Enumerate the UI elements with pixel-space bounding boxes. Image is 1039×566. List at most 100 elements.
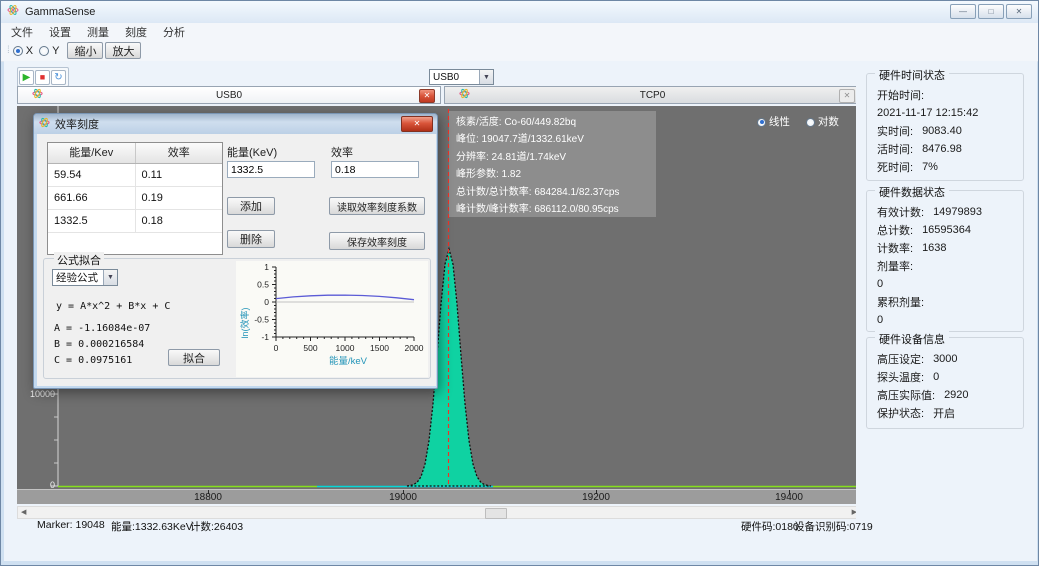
- efficiency-field-label: 效率: [331, 144, 353, 160]
- zoom-in-button[interactable]: 放大: [105, 42, 141, 59]
- menu-file[interactable]: 文件: [11, 24, 33, 40]
- maximize-button[interactable]: □: [978, 4, 1004, 19]
- coef-a: A = -1.16084e-07: [54, 323, 150, 334]
- time-status-group: 硬件时间状态 开始时间: 2021-11-17 12:15:42 实时间:908…: [866, 73, 1024, 181]
- y-axis-label-10000: 10000: [17, 389, 55, 399]
- device-combobox[interactable]: USB0 ▼: [429, 69, 494, 85]
- menu-calibration[interactable]: 刻度: [125, 24, 147, 40]
- delete-button[interactable]: 删除: [227, 230, 275, 248]
- info-resolution: 分辨率: 24.81道/1.74keV: [456, 149, 656, 166]
- data-status-title: 硬件数据状态: [875, 184, 949, 200]
- fit-formula: y = A*x^2 + B*x + C: [56, 301, 170, 312]
- dialog-body: 能量/Kev 效率 59.54 0.11 661.66 0.19 1332.5 …: [37, 134, 436, 386]
- svg-text:-0.5: -0.5: [254, 315, 269, 325]
- log-radio[interactable]: [806, 118, 815, 127]
- axis-x-radio[interactable]: [13, 46, 23, 56]
- tab-tcp0-icon: [459, 86, 470, 104]
- fit-group-title: 公式拟合: [54, 252, 104, 268]
- cell-energy: 59.54: [48, 164, 136, 186]
- menu-settings[interactable]: 设置: [49, 24, 71, 40]
- formula-combobox-value: 经验公式: [53, 270, 103, 285]
- fit-chart-ylabel: ln(效率): [239, 307, 250, 338]
- formula-fit-group: 公式拟合 经验公式 ▼ y = A*x^2 + B*x + C A = -1.1…: [43, 258, 431, 379]
- coef-c: C = 0.0975161: [54, 355, 132, 366]
- calibration-table[interactable]: 能量/Kev 效率 59.54 0.11 661.66 0.19 1332.5 …: [47, 142, 223, 255]
- coef-b: B = 0.000216584: [54, 339, 144, 350]
- menubar: 文件 设置 测量 刻度 分析: [1, 23, 1039, 41]
- menu-analysis[interactable]: 分析: [163, 24, 185, 40]
- table-row[interactable]: 661.66 0.19: [48, 187, 222, 210]
- linear-label: 线性: [769, 116, 790, 128]
- row-label: 2021-11-17 12:15:42: [877, 107, 978, 119]
- svg-text:0.5: 0.5: [257, 280, 269, 290]
- device-info-group: 硬件设备信息 高压设定:3000 探头温度:0 高压实际值:2920 保护状态:…: [866, 337, 1024, 429]
- cell-energy: 661.66: [48, 187, 136, 209]
- time-status-title: 硬件时间状态: [875, 67, 949, 83]
- stop-button[interactable]: ■: [35, 70, 50, 85]
- window-title: GammaSense: [25, 6, 95, 18]
- toolbar-grip: ⁞: [7, 45, 9, 56]
- svg-text:1: 1: [264, 262, 269, 272]
- table-row[interactable]: 1332.5 0.18: [48, 210, 222, 233]
- row-label: 高压实际值:: [877, 387, 935, 403]
- row-value: 8476.98: [922, 143, 962, 155]
- cell-energy: 1332.5: [48, 210, 136, 232]
- row-value: 3000: [933, 353, 957, 365]
- statusbar: Marker: 19048 能量:1332.63KeV 计数:26403 硬件码…: [4, 516, 1037, 534]
- read-coefficients-button[interactable]: 读取效率刻度系数: [329, 197, 425, 215]
- linear-radio[interactable]: [757, 118, 766, 127]
- tab-tcp0-close-icon[interactable]: ✕: [839, 89, 855, 103]
- row-label: 计数率:: [877, 240, 913, 256]
- app-icon: [7, 3, 19, 21]
- cell-efficiency: 0.11: [136, 164, 223, 186]
- formula-combobox[interactable]: 经验公式 ▼: [52, 269, 118, 286]
- minimize-button[interactable]: —: [950, 4, 976, 19]
- efficiency-input[interactable]: [331, 161, 419, 178]
- cell-efficiency: 0.18: [136, 210, 223, 232]
- table-header: 能量/Kev 效率: [48, 143, 222, 164]
- play-icon: ▶: [23, 72, 31, 83]
- chevron-down-icon: ▼: [479, 70, 493, 84]
- row-label: 剂量率:: [877, 258, 913, 274]
- start-button[interactable]: ▶: [19, 70, 34, 85]
- info-peak-position: 峰位: 19047.7道/1332.61keV: [456, 131, 656, 148]
- row-label: 累积剂量:: [877, 294, 924, 310]
- dialog-titlebar[interactable]: 效率刻度 ✕: [34, 114, 437, 134]
- save-calibration-button[interactable]: 保存效率刻度: [329, 232, 425, 250]
- dialog-close-icon[interactable]: ✕: [401, 116, 433, 132]
- titlebar: GammaSense — □ ✕: [1, 1, 1038, 23]
- zoom-toolbar: ⁞ X Y 缩小 放大: [1, 40, 1038, 62]
- x-axis-label: 19000: [389, 492, 417, 503]
- refresh-button[interactable]: ↻: [51, 70, 66, 85]
- row-label: 有效计数:: [877, 204, 924, 220]
- row-label: 活时间:: [877, 141, 913, 157]
- tab-usb0[interactable]: USB0 ✕: [17, 86, 441, 104]
- row-value: 14979893: [933, 206, 982, 218]
- axis-y-radio[interactable]: [39, 46, 49, 56]
- tab-tcp0[interactable]: TCP0 ✕: [444, 86, 861, 104]
- log-label: 对数: [818, 116, 839, 128]
- svg-text:1000: 1000: [336, 343, 355, 353]
- row-label: 保护状态:: [877, 405, 924, 421]
- energy-input[interactable]: [227, 161, 315, 178]
- x-axis-label: 18800: [194, 492, 222, 503]
- dialog-title: 效率刻度: [55, 116, 99, 132]
- x-axis-band: 18800 19000 19200 19400: [17, 489, 861, 504]
- svg-text:2000: 2000: [405, 343, 424, 353]
- fit-button[interactable]: 拟合: [168, 349, 220, 366]
- add-button[interactable]: 添加: [227, 197, 275, 215]
- info-peak-shape: 峰形参数: 1.82: [456, 166, 656, 183]
- table-row[interactable]: 59.54 0.11: [48, 164, 222, 187]
- tab-usb0-close-icon[interactable]: ✕: [419, 89, 435, 103]
- efficiency-calibration-dialog: 效率刻度 ✕ 能量/Kev 效率 59.54 0.11 661.66 0.19 …: [33, 113, 438, 389]
- svg-text:500: 500: [303, 343, 317, 353]
- x-axis-label: 19400: [775, 492, 803, 503]
- hardware-sidebar: 硬件时间状态 开始时间: 2021-11-17 12:15:42 实时间:908…: [856, 61, 1037, 561]
- tab-tcp0-label: TCP0: [445, 90, 860, 101]
- close-button[interactable]: ✕: [1006, 4, 1032, 19]
- svg-text:1500: 1500: [370, 343, 389, 353]
- menu-measure[interactable]: 测量: [87, 24, 109, 40]
- zoom-out-button[interactable]: 缩小: [67, 42, 103, 59]
- status-dev-code: 设备识别码:0719: [794, 519, 873, 534]
- svg-text:-1: -1: [261, 332, 269, 342]
